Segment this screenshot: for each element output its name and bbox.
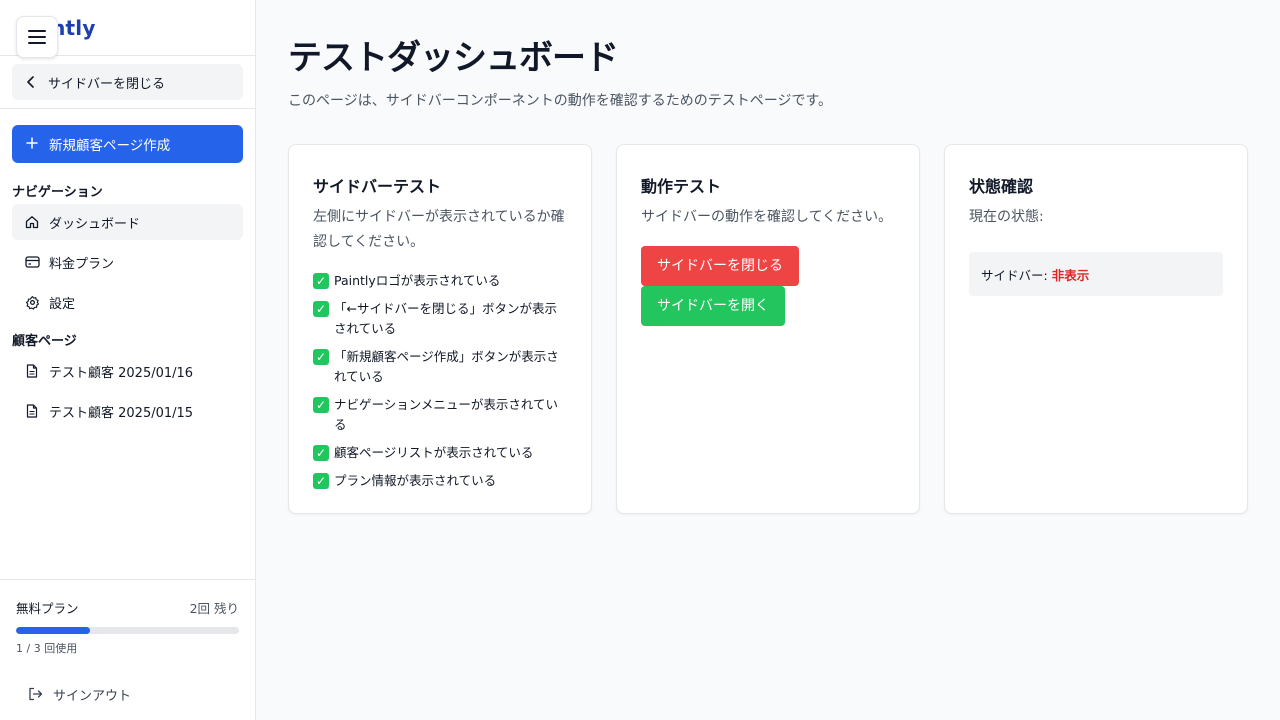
new-customer-page-label: 新規顧客ページ作成 bbox=[49, 138, 171, 154]
customer-item-label: テスト顧客 2025/01/16 bbox=[49, 365, 194, 381]
logo-row: Paintly bbox=[0, 0, 255, 58]
plus-icon bbox=[26, 136, 40, 152]
nav-item-label: 設定 bbox=[49, 296, 76, 312]
checklist-item: ✓ 「←サイドバーを閉じる」ボタンが表示されている bbox=[313, 299, 567, 339]
checklist-item-label: 「←サイドバーを閉じる」ボタンが表示されている bbox=[334, 301, 557, 336]
check-icon: ✓ bbox=[313, 349, 329, 365]
checklist-item-label: Paintlyロゴが表示されている bbox=[334, 273, 501, 288]
card-title: 状態確認 bbox=[969, 177, 1034, 196]
check-icon: ✓ bbox=[313, 273, 329, 289]
plan-remaining: 2回 残り bbox=[189, 601, 239, 616]
card-description: サイドバーの動作を確認してください。 bbox=[641, 209, 893, 225]
checklist: ✓ Paintlyロゴが表示されている ✓ 「←サイドバーを閉じる」ボタンが表示され… bbox=[313, 271, 567, 491]
usage-progress-fill bbox=[16, 627, 91, 634]
check-icon: ✓ bbox=[313, 397, 329, 413]
checklist-item: ✓ 「新規顧客ページ作成」ボタンが表示されている bbox=[313, 347, 567, 387]
menu-toggle-button[interactable] bbox=[16, 16, 58, 58]
nav-section-title: ナビゲーション bbox=[12, 185, 103, 200]
nav-item-dashboard[interactable]: ダッシュボード bbox=[12, 204, 243, 240]
card-title: サイドバーテスト bbox=[313, 177, 442, 196]
document-icon bbox=[24, 363, 40, 379]
card-grid: サイドバーテスト 左側にサイドバーが表示されているか確認してください。 ✓ Pai… bbox=[288, 144, 1248, 514]
customer-item[interactable]: テスト顧客 2025/01/16 bbox=[12, 353, 243, 389]
document-icon bbox=[24, 403, 40, 419]
status-card: 状態確認 現在の状態: サイドバー: 非表示 bbox=[944, 144, 1248, 514]
sidebar-test-card: サイドバーテスト 左側にサイドバーが表示されているか確認してください。 ✓ Pai… bbox=[288, 144, 592, 514]
nav-item-label: 料金プラン bbox=[49, 256, 115, 272]
action-test-card: 動作テスト サイドバーの動作を確認してください。 サイドバーを閉じる サイドバー… bbox=[616, 144, 920, 514]
customer-item-label: テスト顧客 2025/01/15 bbox=[49, 405, 194, 421]
signout-label: サインアウト bbox=[53, 688, 132, 704]
sidebar-footer: 無料プラン 2回 残り 1 / 3 回使用 サインアウト bbox=[0, 579, 255, 720]
checklist-item-label: 「新規顧客ページ作成」ボタンが表示されている bbox=[334, 349, 559, 384]
nav-item-label: ダッシュボード bbox=[49, 216, 141, 232]
gear-icon bbox=[24, 294, 40, 310]
chevron-left-icon bbox=[26, 76, 40, 88]
status-sidebar-label: サイドバー: bbox=[981, 267, 1048, 283]
status-current-label: 現在の状態: bbox=[969, 209, 1044, 225]
signout-button[interactable]: サインアウト bbox=[16, 682, 239, 706]
checklist-item: ✓ プラン情報が表示されている bbox=[313, 471, 567, 491]
nav-item-pricing[interactable]: 料金プラン bbox=[12, 244, 243, 280]
home-icon bbox=[24, 214, 40, 230]
plan-row: 無料プラン 2回 残り bbox=[16, 598, 239, 617]
checklist-item-label: プラン情報が表示されている bbox=[334, 473, 497, 488]
check-icon: ✓ bbox=[313, 445, 329, 461]
check-icon: ✓ bbox=[313, 473, 329, 489]
status-sidebar-value: 非表示 bbox=[1051, 267, 1090, 283]
logout-icon bbox=[28, 687, 44, 701]
hamburger-icon bbox=[28, 30, 46, 44]
status-box: サイドバー: 非表示 bbox=[969, 252, 1223, 296]
customer-item[interactable]: テスト顧客 2025/01/15 bbox=[12, 393, 243, 429]
close-sidebar-test-button[interactable]: サイドバーを閉じる bbox=[641, 246, 799, 286]
checklist-item-label: ナビゲーションメニューが表示されている bbox=[334, 397, 559, 432]
customer-list: テスト顧客 2025/01/16 テスト顧客 2025/01/15 bbox=[0, 353, 255, 429]
checklist-item: ✓ ナビゲーションメニューが表示されている bbox=[313, 395, 567, 435]
card-description: 左側にサイドバーが表示されているか確認してください。 bbox=[313, 209, 565, 250]
customer-section-title: 顧客ページ bbox=[12, 334, 77, 349]
card-title: 動作テスト bbox=[641, 177, 722, 196]
nav-item-settings[interactable]: 設定 bbox=[12, 284, 243, 320]
nav-list: ダッシュボード 料金プラン 設定 bbox=[0, 204, 255, 320]
close-row: サイドバーを閉じる bbox=[0, 56, 255, 109]
plan-name: 無料プラン bbox=[16, 601, 79, 616]
close-sidebar-label: サイドバーを閉じる bbox=[48, 76, 166, 92]
credit-card-icon bbox=[24, 254, 40, 270]
sidebar: Paintly サイドバーを閉じる 新規顧客ページ作成 ナビゲーション bbox=[0, 0, 256, 720]
usage-text: 1 / 3 回使用 bbox=[16, 642, 78, 655]
checklist-item: ✓ Paintlyロゴが表示されている bbox=[313, 271, 567, 291]
checklist-item-label: 顧客ページリストが表示されている bbox=[334, 445, 534, 460]
page-title: テストダッシュボード bbox=[288, 38, 619, 78]
page-description: このページは、サイドバーコンポーネントの動作を確認するためのテストページです。 bbox=[288, 93, 833, 109]
open-sidebar-test-button[interactable]: サイドバーを開く bbox=[641, 286, 785, 326]
new-customer-page-button[interactable]: 新規顧客ページ作成 bbox=[12, 125, 243, 163]
usage-progress-bar bbox=[16, 627, 239, 634]
main-content: テストダッシュボード このページは、サイドバーコンポーネントの動作を確認するため… bbox=[256, 0, 1280, 720]
checklist-item: ✓ 顧客ページリストが表示されている bbox=[313, 443, 567, 463]
close-sidebar-button[interactable]: サイドバーを閉じる bbox=[12, 64, 243, 100]
check-icon: ✓ bbox=[313, 301, 329, 317]
